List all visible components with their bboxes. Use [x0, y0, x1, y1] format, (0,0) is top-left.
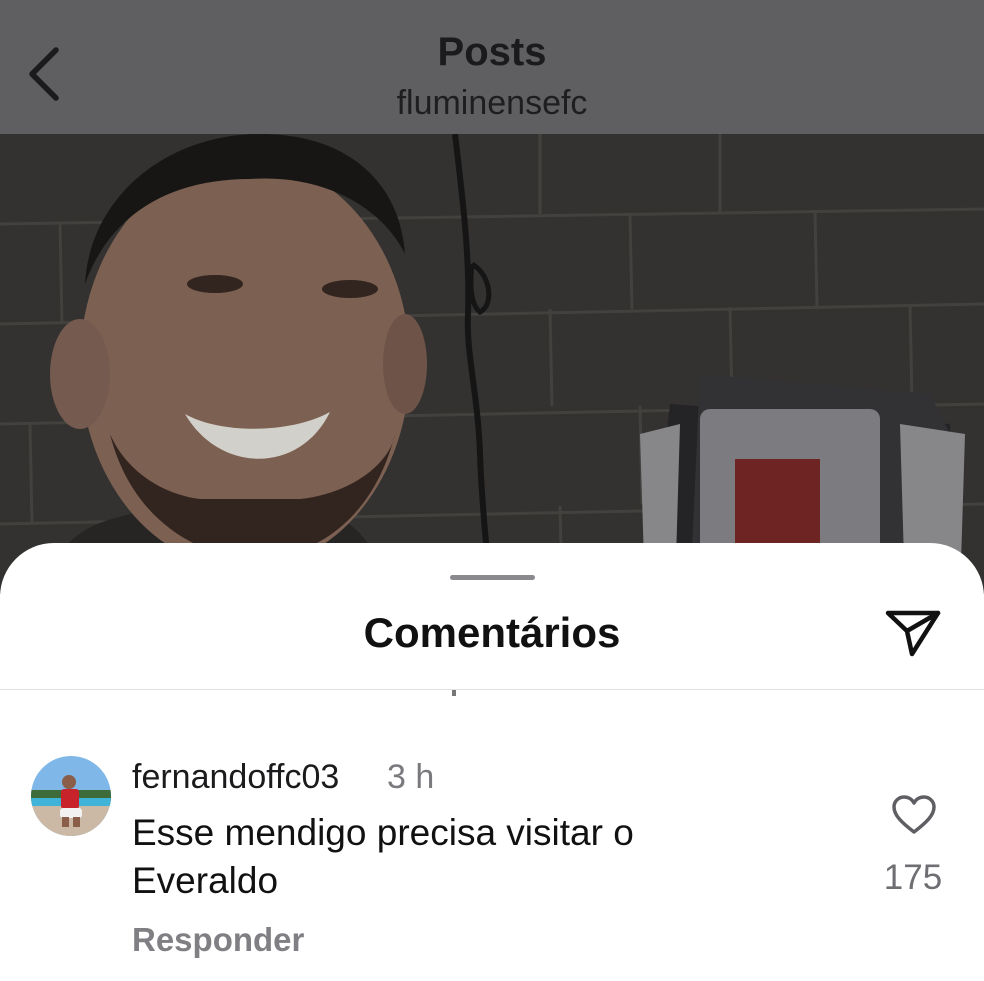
paper-plane-icon	[884, 607, 942, 664]
like-button[interactable]	[886, 791, 942, 843]
comments-sheet: Comentários fernandoffc03 3 h Esse mendi…	[0, 543, 984, 981]
post-image	[0, 134, 984, 594]
comment-text: Esse mendigo precisa visitar o Everaldo	[132, 812, 634, 901]
sheet-title: Comentários	[363, 609, 621, 656]
reply-button[interactable]: Responder	[132, 921, 304, 959]
comment-timestamp: 3 h	[387, 758, 435, 796]
account-username[interactable]: fluminensefc	[0, 84, 984, 123]
top-header: Posts fluminensefc	[0, 0, 984, 134]
share-button[interactable]	[880, 605, 946, 665]
page-title: Posts	[437, 30, 547, 74]
sheet-divider	[0, 689, 984, 690]
divider-tick	[452, 690, 456, 696]
comment-username[interactable]: fernandoffc03	[132, 758, 339, 797]
avatar[interactable]	[31, 756, 111, 836]
like-count: 175	[883, 858, 943, 897]
heart-icon	[891, 794, 937, 841]
sheet-grabber[interactable]	[450, 575, 535, 580]
